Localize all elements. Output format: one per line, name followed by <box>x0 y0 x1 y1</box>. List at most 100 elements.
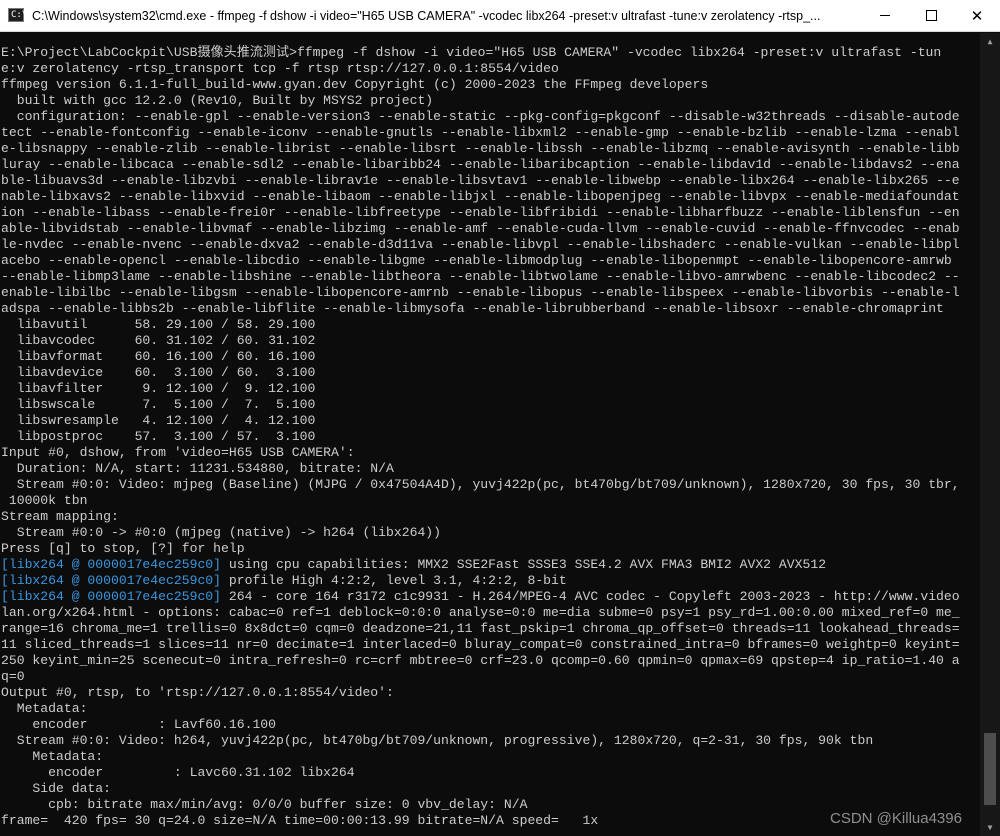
console-line-text: ble-libuavs3d --enable-libzvbi --enable-… <box>1 173 960 188</box>
console-line: Stream mapping: <box>1 509 960 525</box>
console-line: ion --enable-libass --enable-frei0r --en… <box>1 205 960 221</box>
console-line: e-libsnappy --enable-zlib --enable-libri… <box>1 141 960 157</box>
console-line: e:v zerolatency -rtsp_transport tcp -f r… <box>1 61 960 77</box>
console-line: configuration: --enable-gpl --enable-ver… <box>1 109 960 125</box>
console-line: Duration: N/A, start: 11231.534880, bitr… <box>1 461 960 477</box>
console-line: frame= 420 fps= 30 q=24.0 size=N/A time=… <box>1 813 960 829</box>
console-line: nable-libxavs2 --enable-libxvid --enable… <box>1 189 960 205</box>
console-line-text: libavformat 60. 16.100 / 60. 16.100 <box>1 349 316 364</box>
console-line-text: Stream #0:0: Video: mjpeg (Baseline) (MJ… <box>1 477 960 492</box>
console-line: Press [q] to stop, [?] for help <box>1 541 960 557</box>
console-line: q=0 <box>1 669 960 685</box>
console-line: 11 sliced_threads=1 slices=11 nr=0 decim… <box>1 637 960 653</box>
minimize-icon <box>880 15 890 16</box>
console-line: 250 keyint_min=25 scenecut=0 intra_refre… <box>1 653 960 669</box>
console-line: adspa --enable-libbs2b --enable-libflite… <box>1 301 960 317</box>
maximize-icon <box>925 10 937 21</box>
console-line-text: luray --enable-libcaca --enable-sdl2 --e… <box>1 157 960 172</box>
cmd-icon-glyph: C:\ <box>11 10 28 20</box>
console-line: built with gcc 12.2.0 (Rev10, Built by M… <box>1 93 960 109</box>
console-line-text: cpb: bitrate max/min/avg: 0/0/0 buffer s… <box>1 797 528 812</box>
console-line: ble-libuavs3d --enable-libzvbi --enable-… <box>1 173 960 189</box>
console-line: luray --enable-libcaca --enable-sdl2 --e… <box>1 157 960 173</box>
console-line: le-nvdec --enable-nvenc --enable-dxva2 -… <box>1 237 960 253</box>
console-line-text: libavfilter 9. 12.100 / 9. 12.100 <box>1 381 316 396</box>
console-line: Side data: <box>1 781 960 797</box>
console-line-text: adspa --enable-libbs2b --enable-libflite… <box>1 301 944 316</box>
console-line-text: Press [q] to stop, [?] for help <box>1 541 245 556</box>
console-line: [libx264 @ 0000017e4ec259c0] using cpu c… <box>1 557 960 573</box>
console-line: libavutil 58. 29.100 / 58. 29.100 <box>1 317 960 333</box>
console-line-text: Duration: N/A, start: 11231.534880, bitr… <box>1 461 394 476</box>
console-line: 10000k tbn <box>1 493 960 509</box>
scrollbar-thumb[interactable] <box>984 733 996 805</box>
vertical-scrollbar[interactable]: ▲ ▼ <box>980 33 1000 836</box>
console-line-text: nable-libxavs2 --enable-libxvid --enable… <box>1 189 960 204</box>
console-line: range=16 chroma_me=1 trellis=0 8x8dct=0 … <box>1 621 960 637</box>
title-bar[interactable]: C:\ C:\Windows\system32\cmd.exe - ffmpeg… <box>0 0 1000 32</box>
console-line-text: enable-libilbc --enable-libgsm --enable-… <box>1 285 960 300</box>
console-line: tect --enable-fontconfig --enable-iconv … <box>1 125 960 141</box>
libx264-log-tag: [libx264 @ 0000017e4ec259c0] <box>1 557 222 572</box>
console-line-text: Metadata: <box>1 749 104 764</box>
console-line-text: encoder : Lavf60.16.100 <box>1 717 277 732</box>
console-line-text: using cpu capabilities: MMX2 SSE2Fast SS… <box>221 557 827 572</box>
console-line: cpb: bitrate max/min/avg: 0/0/0 buffer s… <box>1 797 960 813</box>
console-line-text: Stream #0:0 -> #0:0 (mjpeg (native) -> h… <box>1 525 442 540</box>
console-line: E:\Project\LabCockpit\USB摄像头推流测试>ffmpeg … <box>1 45 960 61</box>
console-line-text: frame= 420 fps= 30 q=24.0 size=N/A time=… <box>1 813 599 828</box>
console-line: Output #0, rtsp, to 'rtsp://127.0.0.1:85… <box>1 685 960 701</box>
console-line-text: E:\Project\LabCockpit\USB摄像头推流测试>ffmpeg … <box>1 45 942 60</box>
console-line-text: able-libvidstab --enable-libvmaf --enabl… <box>1 221 960 236</box>
console-line-text: 250 keyint_min=25 scenecut=0 intra_refre… <box>1 653 960 668</box>
console-line: [libx264 @ 0000017e4ec259c0] 264 - core … <box>1 589 960 605</box>
maximize-button[interactable] <box>908 0 954 31</box>
console-line: libavcodec 60. 31.102 / 60. 31.102 <box>1 333 960 349</box>
console-line-text: 264 - core 164 r3172 c1c9931 - H.264/MPE… <box>221 589 960 604</box>
console-line-text: libswresample 4. 12.100 / 4. 12.100 <box>1 413 316 428</box>
console-line: Metadata: <box>1 749 960 765</box>
console-line-text: built with gcc 12.2.0 (Rev10, Built by M… <box>1 93 434 108</box>
console-line-text: encoder : Lavc60.31.102 libx264 <box>1 765 355 780</box>
console-line-text: e-libsnappy --enable-zlib --enable-libri… <box>1 141 960 156</box>
console-line-text: tect --enable-fontconfig --enable-iconv … <box>1 125 960 140</box>
console-line: encoder : Lavc60.31.102 libx264 <box>1 765 960 781</box>
console-line-text: libavcodec 60. 31.102 / 60. 31.102 <box>1 333 316 348</box>
libx264-log-tag: [libx264 @ 0000017e4ec259c0] <box>1 589 222 604</box>
console-line-text: q=0 <box>1 669 25 684</box>
console-line-text: libswscale 7. 5.100 / 7. 5.100 <box>1 397 316 412</box>
console-line: libavfilter 9. 12.100 / 9. 12.100 <box>1 381 960 397</box>
console-line: able-libvidstab --enable-libvmaf --enabl… <box>1 221 960 237</box>
console-line: libavdevice 60. 3.100 / 60. 3.100 <box>1 365 960 381</box>
console-line-text: 10000k tbn <box>1 493 88 508</box>
close-button[interactable]: ✕ <box>954 0 1000 31</box>
console-line-text: Metadata: <box>1 701 88 716</box>
console-line: ffmpeg version 6.1.1-full_build-www.gyan… <box>1 77 960 93</box>
console-line-text: lan.org/x264.html - options: cabac=0 ref… <box>1 605 960 620</box>
console-line-text: libavutil 58. 29.100 / 58. 29.100 <box>1 317 316 332</box>
console-line: acebo --enable-opencl --enable-libcdio -… <box>1 253 960 269</box>
console-line-text: Side data: <box>1 781 112 796</box>
console-line: enable-libilbc --enable-libgsm --enable-… <box>1 285 960 301</box>
console-line-text: libavdevice 60. 3.100 / 60. 3.100 <box>1 365 316 380</box>
console-line: Stream #0:0: Video: h264, yuvj422p(pc, b… <box>1 733 960 749</box>
console-line: lan.org/x264.html - options: cabac=0 ref… <box>1 605 960 621</box>
console-line: --enable-libmp3lame --enable-libshine --… <box>1 269 960 285</box>
console-line-text: Stream #0:0: Video: h264, yuvj422p(pc, b… <box>1 733 874 748</box>
minimize-button[interactable] <box>862 0 908 31</box>
console-line-text: Output #0, rtsp, to 'rtsp://127.0.0.1:85… <box>1 685 394 700</box>
window-title: C:\Windows\system32\cmd.exe - ffmpeg -f … <box>32 9 821 23</box>
console-line-text: e:v zerolatency -rtsp_transport tcp -f r… <box>1 61 559 76</box>
console-output[interactable]: E:\Project\LabCockpit\USB摄像头推流测试>ffmpeg … <box>0 33 980 836</box>
console-line: encoder : Lavf60.16.100 <box>1 717 960 733</box>
console-line-text: ffmpeg version 6.1.1-full_build-www.gyan… <box>1 77 709 92</box>
console-line: libavformat 60. 16.100 / 60. 16.100 <box>1 349 960 365</box>
scroll-up-arrow-icon[interactable]: ▲ <box>980 33 1000 50</box>
console-line-text: acebo --enable-opencl --enable-libcdio -… <box>1 253 960 268</box>
console-line-text: --enable-libmp3lame --enable-libshine --… <box>1 269 960 284</box>
scroll-down-arrow-icon[interactable]: ▼ <box>980 819 1000 836</box>
console-line: libswresample 4. 12.100 / 4. 12.100 <box>1 413 960 429</box>
console-line-text: 11 sliced_threads=1 slices=11 nr=0 decim… <box>1 637 960 652</box>
cmd-icon[interactable]: C:\ <box>8 8 28 22</box>
close-icon: ✕ <box>970 6 984 25</box>
